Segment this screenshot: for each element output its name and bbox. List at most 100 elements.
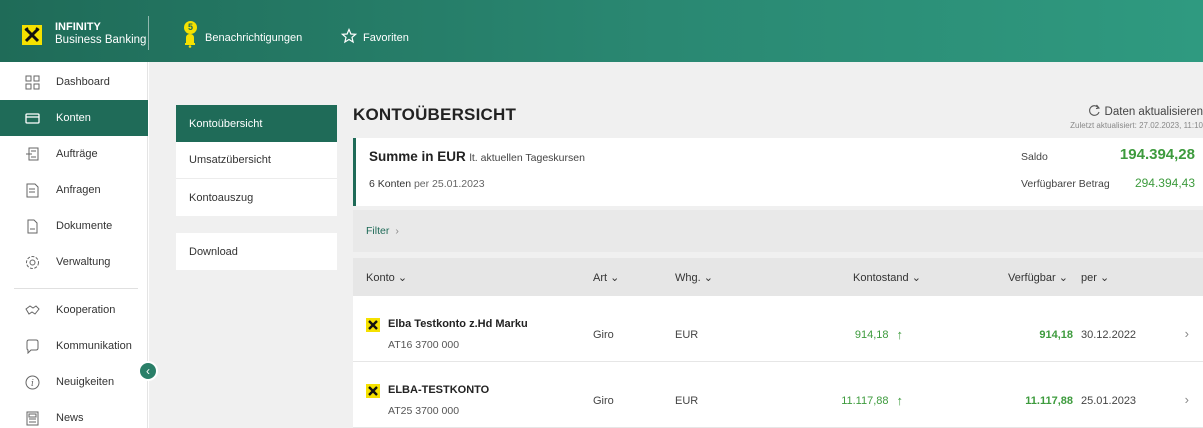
sidebar-item-label: Neuigkeiten: [56, 376, 115, 388]
account-available: 914,18: [1039, 329, 1073, 341]
collapse-sidebar-button[interactable]: ‹: [138, 361, 158, 381]
sidebar-item-label: Anfragen: [56, 184, 101, 196]
account-type: Giro: [593, 329, 614, 341]
subnav-kontouebersicht[interactable]: Kontoübersicht: [176, 105, 337, 142]
brand-name: INFINITY: [55, 21, 101, 33]
account-iban: AT16 3700 000: [388, 339, 460, 351]
filter-toggle[interactable]: Filter ›: [353, 210, 1203, 252]
summary-title-text: Summe in EUR: [369, 149, 466, 164]
arrow-up-icon: ↑: [896, 393, 904, 408]
chevron-down-icon: ⌄: [703, 272, 713, 284]
sidebar-item-neuigkeiten[interactable]: i Neuigkeiten: [0, 364, 148, 400]
star-icon: [340, 27, 358, 47]
sidebar-item-konten[interactable]: Konten: [0, 100, 148, 136]
column-kontostand[interactable]: Kontostand ⌄: [853, 271, 921, 284]
column-label: Whg.: [675, 272, 701, 284]
saldo-value: 194.394,28: [1119, 146, 1195, 163]
last-updated-text: Zuletzt aktualisiert: 27.02.2023, 11:10: [1070, 121, 1203, 130]
chevron-down-icon: ⌄: [397, 272, 408, 284]
subnav-kontoauszug[interactable]: Kontoauszug: [176, 179, 337, 216]
sidebar-item-label: Aufträge: [56, 148, 98, 160]
chevron-left-icon: ‹: [146, 364, 150, 378]
table-header: Konto ⌄ Art ⌄ Whg. ⌄ Kontostand ⌄ Verfüg…: [353, 258, 1203, 296]
account-balance: 914,18 ↑: [855, 327, 903, 342]
sidebar-item-auftraege[interactable]: Aufträge: [0, 136, 148, 172]
info-icon: i: [24, 374, 40, 390]
chevron-down-icon: ⌄: [911, 272, 921, 284]
brand-subtitle: Business Banking: [55, 34, 147, 46]
available-amount-label: Verfügbarer Betrag: [1021, 178, 1110, 190]
sidebar-item-dashboard[interactable]: Dashboard: [0, 64, 148, 100]
account-name: ELBA-TESTKONTO: [388, 384, 490, 396]
column-label: Art: [593, 272, 608, 284]
account-iban: AT25 3700 000: [388, 405, 460, 417]
chevron-right-icon: ›: [395, 225, 399, 237]
notifications-button[interactable]: 5 Benachrichtigungen: [181, 21, 302, 48]
summary-per-date: per 25.01.2023: [413, 178, 485, 190]
account-name: Elba Testkonto z.Hd Marku: [388, 318, 528, 330]
newspaper-icon: [24, 410, 40, 426]
chevron-down-icon: ⌄: [1099, 272, 1110, 284]
accounts-count: 6 Konten: [369, 178, 412, 190]
account-balance: 11.117,88 ↑: [841, 393, 903, 408]
column-art[interactable]: Art ⌄: [593, 271, 619, 284]
column-whg[interactable]: Whg. ⌄: [675, 271, 713, 284]
account-per-date: 30.12.2022: [1081, 329, 1137, 341]
page-title: KONTOÜBERSICHT: [353, 105, 517, 124]
column-label: Verfügbar: [1008, 272, 1056, 284]
brand-text: INFINITY Business Banking: [55, 21, 146, 47]
chevron-down-icon: ⌄: [610, 272, 620, 284]
sidebar-item-label: Dokumente: [56, 220, 113, 232]
favorites-label: Favoriten: [363, 31, 409, 44]
column-per[interactable]: per ⌄: [1081, 271, 1109, 284]
content-area: Kontoübersicht Umsatzübersicht Kontoausz…: [149, 62, 1203, 428]
balance-value: 11.117,88: [841, 394, 889, 407]
saldo-label: Saldo: [1021, 151, 1048, 163]
sidebar-item-label: Verwaltung: [56, 256, 111, 268]
summary-title-note: lt. aktuellen Tageskursen: [469, 152, 585, 164]
subnav-group: Kontoübersicht Umsatzübersicht Kontoausz…: [176, 105, 337, 216]
refresh-label: Daten aktualisieren: [1104, 106, 1203, 118]
wallet-icon: [24, 110, 40, 126]
sidebar-item-anfragen[interactable]: Anfragen: [0, 172, 148, 208]
account-currency: EUR: [675, 329, 699, 341]
raiffeisen-logo-icon: [366, 384, 380, 398]
grid-icon: [24, 74, 40, 90]
sidebar-item-label: Kommunikation: [56, 340, 132, 352]
table-row[interactable]: Elba Testkonto z.Hd Marku AT16 3700 000 …: [353, 296, 1203, 362]
balance-value: 914,18: [854, 328, 889, 341]
sidebar-item-news[interactable]: News: [0, 400, 148, 428]
refresh-icon: [1088, 104, 1101, 120]
account-table-body: Elba Testkonto z.Hd Marku AT16 3700 000 …: [353, 296, 1203, 428]
subnav-group-download: Download: [176, 233, 337, 270]
gear-icon: [24, 254, 40, 270]
sidebar: Dashboard Konten Aufträge Anfragen Dokum…: [0, 62, 148, 428]
document-icon: [24, 218, 40, 234]
sidebar-item-kooperation[interactable]: Kooperation: [0, 292, 148, 328]
account-type: Giro: [593, 395, 614, 407]
account-available: 11.117,88: [1025, 395, 1073, 407]
sidebar-item-verwaltung[interactable]: Verwaltung: [0, 244, 148, 280]
brand[interactable]: INFINITY Business Banking: [0, 0, 148, 62]
summary-subtitle: 6 Konten per 25.01.2023: [369, 178, 485, 190]
request-icon: [24, 182, 40, 198]
chevron-down-icon: ⌄: [1058, 272, 1068, 284]
sidebar-item-label: Kooperation: [56, 304, 116, 316]
sidebar-item-dokumente[interactable]: Dokumente: [0, 208, 148, 244]
raiffeisen-logo-icon: [366, 318, 380, 332]
subnav-umsatzuebersicht[interactable]: Umsatzübersicht: [176, 142, 337, 179]
favorites-button[interactable]: Favoriten: [340, 27, 409, 47]
sidebar-item-kommunikation[interactable]: Kommunikation: [0, 328, 148, 364]
column-konto[interactable]: Konto ⌄: [366, 271, 407, 284]
handshake-icon: [24, 302, 40, 318]
summary-card: Summe in EUR lt. aktuellen Tageskursen 6…: [353, 138, 1203, 206]
bell-icon: 5: [181, 21, 199, 48]
subnav-download[interactable]: Download: [176, 233, 337, 270]
sidebar-item-label: Konten: [56, 112, 91, 124]
table-row[interactable]: ELBA-TESTKONTO AT25 3700 000 Giro EUR 11…: [353, 362, 1203, 428]
column-label: Konto: [366, 272, 395, 284]
refresh-data-button[interactable]: Daten aktualisieren Zuletzt aktualisiert…: [1070, 104, 1203, 130]
raiffeisen-logo-icon: [22, 25, 42, 45]
chat-icon: [24, 338, 40, 354]
column-verfuegbar[interactable]: Verfügbar ⌄: [1008, 271, 1068, 284]
